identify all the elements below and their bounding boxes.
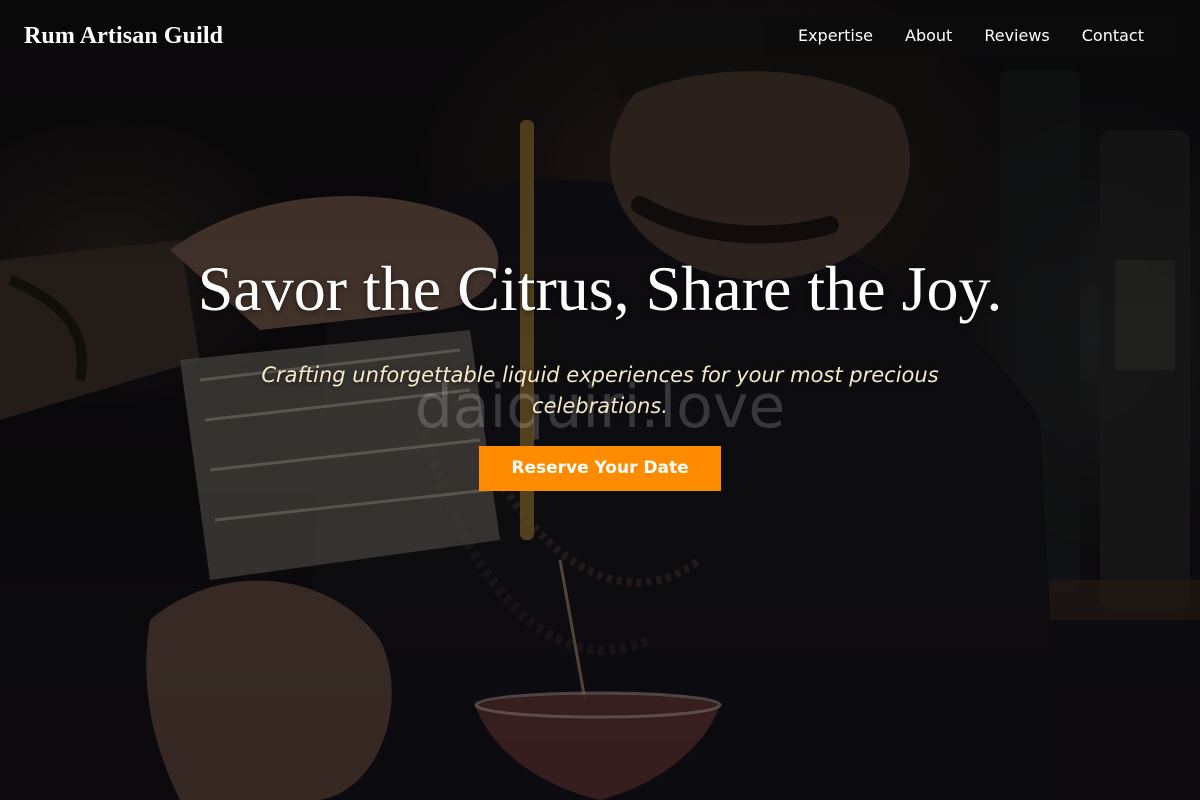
nav-link-reviews[interactable]: Reviews [968,16,1065,56]
hero-subtitle: Crafting unforgettable liquid experience… [261,363,939,418]
site-header: Rum Artisan Guild Expertise About Review… [0,0,1200,72]
main-navigation: Expertise About Reviews Contact [765,16,1176,56]
nav-link-expertise[interactable]: Expertise [782,16,889,56]
hero-title: Savor the Citrus, Share the Joy. [197,253,1003,324]
nav-link-contact[interactable]: Contact [1066,16,1160,56]
reserve-date-button[interactable]: Reserve Your Date [479,446,721,491]
hero-section: Savor the Citrus, Share the Joy. Craftin… [0,252,1200,491]
brand-logo[interactable]: Rum Artisan Guild [24,23,223,50]
nav-link-about[interactable]: About [889,16,968,56]
